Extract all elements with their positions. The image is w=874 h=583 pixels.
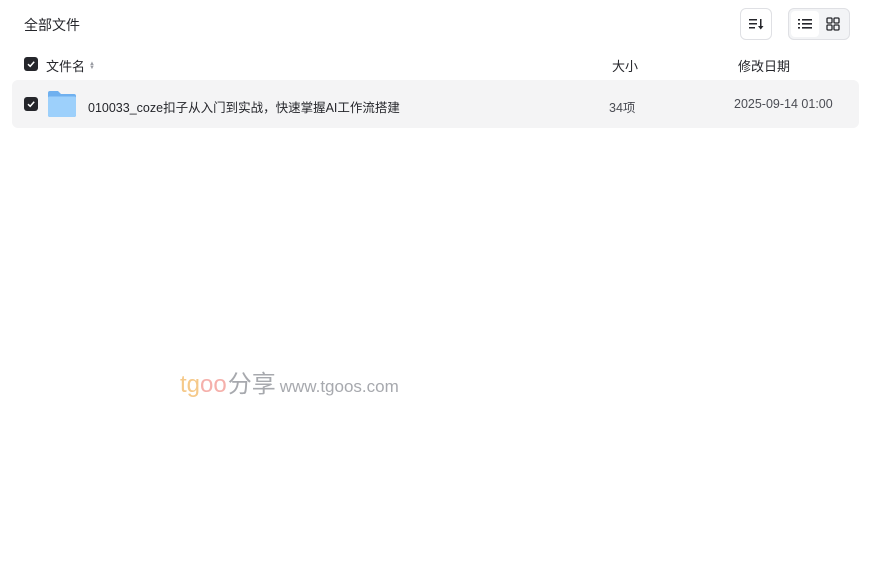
view-mode-toggle <box>788 8 850 40</box>
column-header-name-label: 文件名 <box>46 59 86 74</box>
table-header: 文件名 ▲ ▼ 大小 修改日期 <box>0 52 874 76</box>
grid-view-button[interactable] <box>819 11 847 37</box>
row-checkbox[interactable] <box>24 97 38 111</box>
column-header-modified[interactable]: 修改日期 <box>738 56 790 75</box>
table-row[interactable]: 010033_coze扣子从入门到实战，快速掌握AI工作流搭建 34项 2025… <box>12 80 859 128</box>
grid-view-icon <box>826 17 840 31</box>
checkmark-icon <box>27 101 35 108</box>
column-header-size[interactable]: 大小 <box>612 56 638 75</box>
checkmark-icon <box>27 61 35 68</box>
breadcrumb[interactable]: 全部文件 <box>24 15 80 35</box>
watermark-brand-tg: tg <box>180 371 201 398</box>
watermark-url: www.tgoos.com <box>279 377 399 396</box>
watermark-brand-oo: oo <box>200 371 227 398</box>
file-name[interactable]: 010033_coze扣子从入门到实战，快速掌握AI工作流搭建 <box>88 97 400 116</box>
column-header-name[interactable]: 文件名 ▲ ▼ <box>46 56 95 75</box>
sort-list-icon <box>749 19 764 30</box>
file-modified-date: 2025-09-14 01:00 <box>734 97 833 111</box>
list-view-button[interactable] <box>791 11 819 37</box>
list-view-icon <box>798 19 812 29</box>
folder-icon <box>48 91 76 117</box>
watermark-share-text: 分享 <box>227 371 276 398</box>
watermark: tg oo 分享 www.tgoos.com <box>180 364 399 399</box>
select-all-checkbox[interactable] <box>24 57 38 71</box>
file-size: 34项 <box>609 101 636 115</box>
sort-arrows-icon: ▲ ▼ <box>89 60 95 71</box>
sort-button[interactable] <box>740 8 772 40</box>
